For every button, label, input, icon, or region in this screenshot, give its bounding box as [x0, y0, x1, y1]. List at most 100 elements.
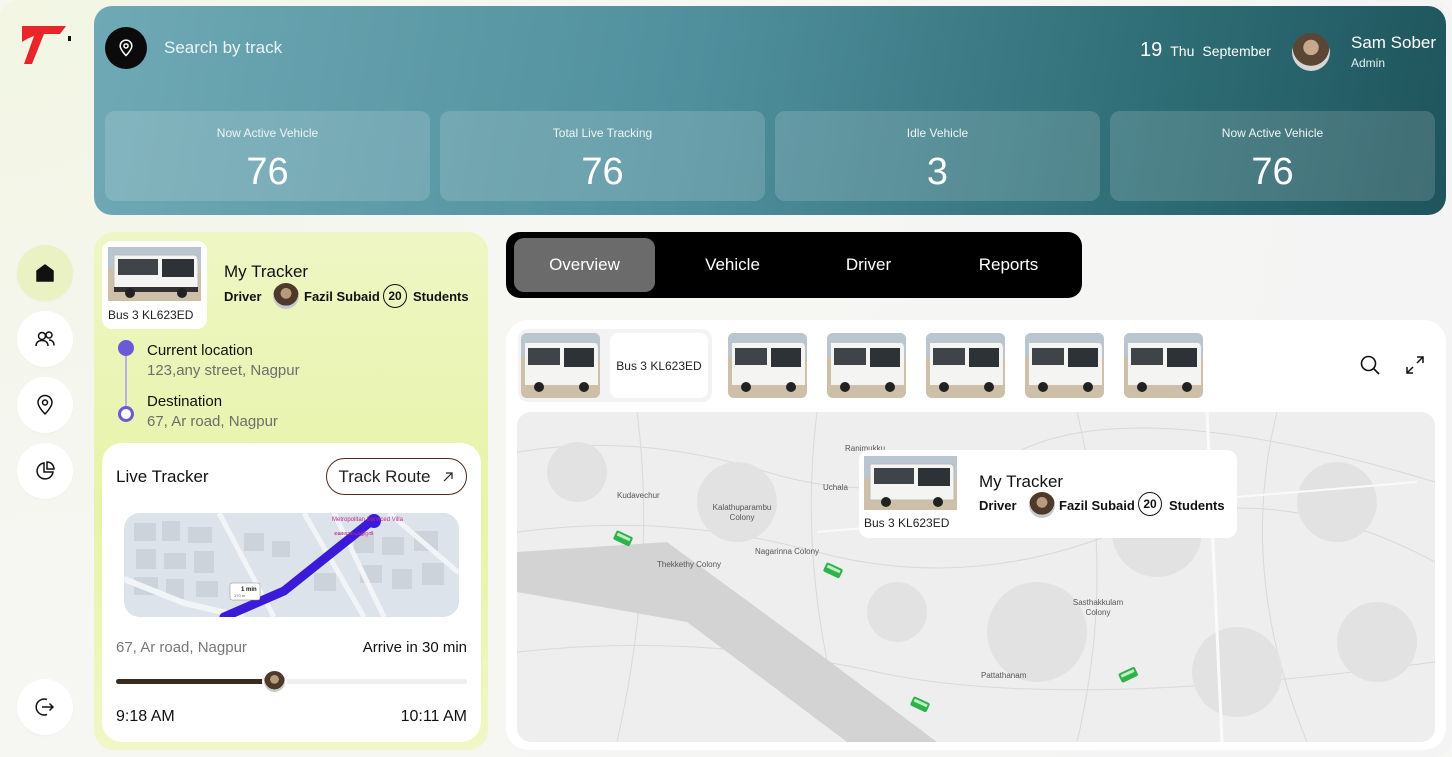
popup-title: My Tracker: [979, 472, 1064, 491]
location-pin-icon: [37, 394, 53, 416]
home-icon: [36, 264, 54, 282]
vehicle-thumb[interactable]: [1025, 333, 1104, 398]
pie-chart-icon: [36, 461, 55, 480]
track-route-button[interactable]: Track Route: [326, 458, 467, 495]
map-label: Kalathuparambu Colony: [712, 503, 772, 522]
destination-dot: [118, 406, 134, 422]
map-place-local-label: മെട്രോപൊളിറ്റൻ: [334, 530, 373, 537]
tab-overview[interactable]: Overview: [514, 238, 655, 292]
live-tracker-card: Live Tracker Track Route Metropolitan Se…: [102, 443, 481, 742]
popup-driver-avatar: [1029, 492, 1055, 518]
driver-avatar: [273, 283, 299, 309]
vehicle-thumb-plate: Bus 3 KL623ED: [610, 333, 708, 398]
stat-label: Total Live Tracking: [552, 126, 653, 140]
track-route-label: Track Route: [338, 466, 431, 486]
user-name: Sam Sober: [1351, 33, 1437, 52]
location-pin-icon: [119, 39, 133, 57]
user-role: Admin: [1351, 56, 1386, 70]
stat-label: Now Active Vehicle: [216, 126, 319, 140]
map-label: Thekkethy Colony: [657, 560, 722, 569]
student-count-badge: 20: [383, 284, 407, 308]
mini-route-map[interactable]: Metropolitan Serviced Villa മെട്രോപൊളിറ്…: [124, 513, 459, 617]
stat-value: 3: [926, 151, 949, 193]
trip-progress-driver-avatar[interactable]: [261, 669, 287, 694]
trip-progress-bar: [116, 679, 467, 684]
date-day: 19: [1140, 39, 1163, 61]
dashboard-header: 19 Thu September Sam Sober Admin Now Act…: [94, 6, 1446, 215]
brand-logo: [20, 22, 74, 66]
map-label: Pattathanam: [981, 671, 1027, 680]
eta-arrival: Arrive in 30 min: [362, 639, 467, 656]
bus-plate: Bus 3 KL623ED: [108, 308, 194, 322]
vehicle-info-popup[interactable]: Bus 3 KL623ED My Tracker Driver Fazil Su…: [859, 450, 1237, 538]
current-location-address: 123,any street, Nagpur: [147, 362, 300, 379]
stat-card-idle: Idle Vehicle 3: [775, 111, 1100, 201]
current-location-dot: [118, 340, 134, 356]
popup-driver-name: Fazil Subaid: [1059, 498, 1135, 513]
sidebar-item-reports[interactable]: [17, 443, 73, 499]
stat-value: 76: [1251, 151, 1294, 193]
current-date: 19 Thu September: [1140, 39, 1271, 62]
route-connector: [125, 350, 127, 414]
fleet-map[interactable]: Ranimukku Kudavechur Kalathuparambu Colo…: [517, 412, 1435, 742]
vehicle-thumb-selected[interactable]: Bus 3 KL623ED: [518, 329, 712, 402]
stat-value: 76: [246, 151, 289, 193]
live-tracker-title: Live Tracker: [116, 467, 209, 486]
vehicle-thumb[interactable]: [827, 333, 906, 398]
sidebar-item-locations[interactable]: [17, 377, 73, 433]
vehicle-thumb[interactable]: [728, 333, 807, 398]
search-icon[interactable]: [1359, 354, 1381, 376]
stat-label: Idle Vehicle: [906, 126, 969, 140]
eta-distance-label: 170 m: [234, 593, 246, 598]
users-icon: [35, 331, 55, 347]
stat-card-live-tracking: Total Live Tracking 76: [440, 111, 765, 201]
tab-reports[interactable]: Reports: [942, 238, 1075, 292]
tracker-panel: Bus 3 KL623ED My Tracker Driver Fazil Su…: [94, 232, 488, 750]
trip-start-time: 9:18 AM: [116, 708, 175, 725]
map-label: Sasthakkulam Colony: [1072, 598, 1124, 617]
map-label: Nagarinna Colony: [755, 547, 820, 556]
eta-address: 67, Ar road, Nagpur: [116, 639, 247, 656]
fullscreen-icon[interactable]: [1404, 354, 1426, 376]
map-place-label: Metropolitan Serviced Villa: [332, 517, 404, 523]
vehicle-thumb[interactable]: [1124, 333, 1203, 398]
map-label: Kudavechur: [617, 491, 660, 500]
bus-image: [108, 247, 201, 301]
map-label: Uchala: [823, 483, 848, 492]
vehicle-thumb-image: [521, 333, 600, 398]
trip-progress-fill: [116, 679, 274, 684]
tab-vehicle[interactable]: Vehicle: [666, 238, 799, 292]
destination-title: Destination: [147, 393, 223, 410]
map-panel: Bus 3 KL623ED Ranimukku Kudavechur Kalat…: [506, 320, 1446, 750]
current-location-title: Current location: [147, 342, 253, 359]
driver-name: Fazil Subaid: [304, 289, 380, 304]
sidebar-item-home[interactable]: [17, 245, 73, 301]
popup-students-label: Students: [1169, 498, 1225, 513]
arrow-up-right-icon: [444, 471, 454, 481]
logout-button[interactable]: [17, 679, 73, 735]
user-avatar[interactable]: [1292, 33, 1330, 71]
students-label: Students: [413, 289, 469, 304]
stat-card-active-2: Now Active Vehicle 76: [1110, 111, 1435, 201]
date-month: September: [1202, 43, 1271, 59]
stat-card-active: Now Active Vehicle 76: [105, 111, 430, 201]
tab-driver[interactable]: Driver: [802, 238, 935, 292]
sidebar-item-users[interactable]: [17, 311, 73, 367]
bus-card[interactable]: Bus 3 KL623ED: [102, 241, 207, 329]
stat-label: Now Active Vehicle: [1221, 126, 1324, 140]
popup-student-count: 20: [1138, 492, 1162, 516]
tracker-title: My Tracker: [224, 262, 309, 281]
bus-image: [864, 456, 957, 510]
destination-address: 67, Ar road, Nagpur: [147, 413, 278, 430]
popup-plate: Bus 3 KL623ED: [864, 516, 950, 530]
date-weekday: Thu: [1170, 43, 1195, 59]
view-tabs: Overview Vehicle Driver Reports: [506, 232, 1082, 298]
search-location-button[interactable]: [105, 27, 147, 69]
search-input[interactable]: [164, 38, 464, 58]
logout-icon: [35, 698, 55, 716]
stat-value: 76: [581, 151, 624, 193]
driver-label: Driver: [224, 289, 262, 304]
trip-end-time: 10:11 AM: [400, 708, 467, 725]
popup-driver-label: Driver: [979, 498, 1017, 513]
vehicle-thumb[interactable]: [926, 333, 1005, 398]
